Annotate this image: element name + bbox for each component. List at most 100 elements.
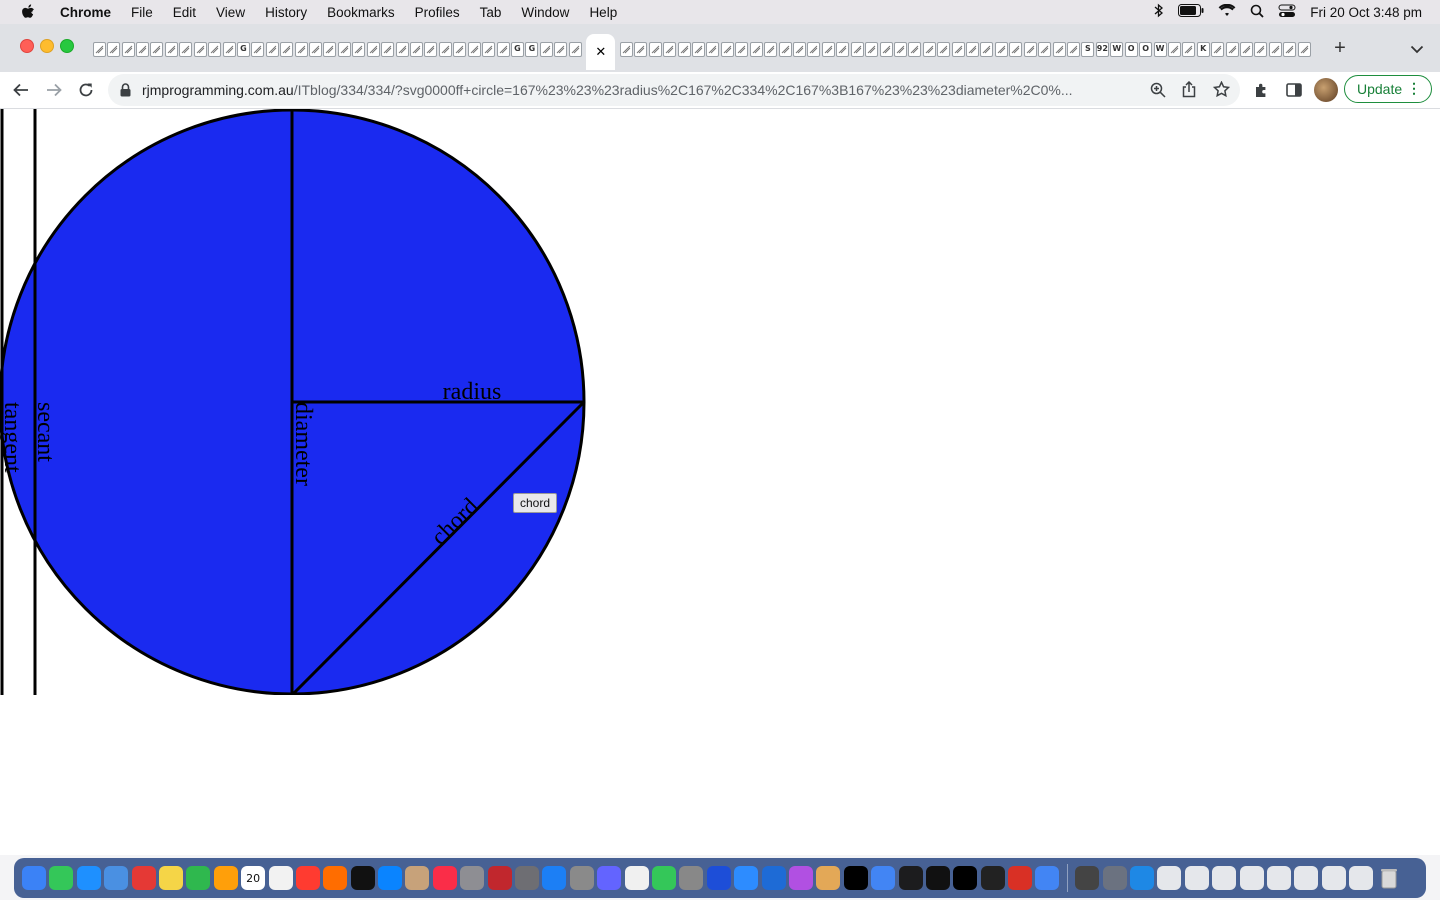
browser-tab[interactable]: [1283, 41, 1297, 57]
facetime-icon[interactable]: [186, 866, 211, 890]
xcode-icon[interactable]: [542, 866, 567, 890]
browser-tab[interactable]: [352, 41, 366, 57]
tab-search-chevron-icon[interactable]: [1408, 40, 1426, 58]
notes-icon[interactable]: [158, 866, 183, 890]
browser-tab[interactable]: [568, 41, 582, 57]
filezilla-icon[interactable]: [487, 866, 512, 890]
browser-tab[interactable]: [749, 41, 763, 57]
podcasts-icon[interactable]: [788, 866, 813, 890]
browser-tab[interactable]: [308, 41, 323, 57]
browser-tab[interactable]: [92, 41, 106, 57]
browser-tab[interactable]: [706, 41, 720, 57]
books-icon[interactable]: [816, 866, 841, 890]
browser-tab[interactable]: [1023, 41, 1037, 57]
browser-tab[interactable]: [691, 41, 706, 57]
browser-tab[interactable]: [1052, 41, 1066, 57]
zoom-window-button[interactable]: [60, 39, 74, 53]
browser-tab[interactable]: [1167, 41, 1181, 57]
menu-window[interactable]: Window: [511, 5, 579, 20]
browser-tab[interactable]: [662, 41, 677, 57]
keynote-icon[interactable]: [761, 866, 786, 890]
zoom-magnifier-icon[interactable]: [1150, 82, 1166, 103]
network-icon[interactable]: [1130, 866, 1155, 890]
browser-tab[interactable]: [539, 41, 553, 57]
browser-tab[interactable]: [821, 41, 835, 57]
browser-tab[interactable]: [121, 41, 135, 57]
textedit-icon[interactable]: [624, 866, 649, 890]
browser-tab[interactable]: [1037, 41, 1052, 57]
browser-tab[interactable]: [279, 41, 294, 57]
menu-view[interactable]: View: [206, 5, 255, 20]
browser-tab[interactable]: 92: [1095, 41, 1109, 57]
browser-tab[interactable]: [1268, 41, 1282, 57]
tv-icon[interactable]: [350, 866, 375, 890]
menu-chrome[interactable]: Chrome: [50, 5, 121, 20]
profile-avatar[interactable]: [1314, 78, 1338, 102]
opera-icon[interactable]: [131, 866, 156, 890]
browser-tab[interactable]: [150, 41, 164, 57]
browser-tab[interactable]: [763, 41, 778, 57]
browser-tab[interactable]: [106, 41, 121, 57]
calculator-icon[interactable]: [515, 866, 540, 890]
address-bar[interactable]: rjmprogramming.com.au/ITblog/334/334/?sv…: [108, 74, 1240, 106]
browser-tab[interactable]: [965, 41, 980, 57]
share-icon[interactable]: [1182, 80, 1196, 103]
browser-tab[interactable]: [850, 41, 864, 57]
bookmark-star-icon[interactable]: [1212, 80, 1231, 102]
browser-tab[interactable]: [467, 41, 481, 57]
trash-icon[interactable]: [1377, 866, 1401, 890]
browser-tab[interactable]: W: [1110, 41, 1124, 57]
safari-icon[interactable]: [76, 866, 101, 890]
menu-profiles[interactable]: Profiles: [405, 5, 470, 20]
browser-tab[interactable]: [424, 41, 438, 57]
browser-tab[interactable]: [1009, 41, 1023, 57]
browser-tab[interactable]: [980, 41, 994, 57]
terminal-icon[interactable]: [953, 866, 978, 890]
browser-tab[interactable]: [1211, 41, 1225, 57]
browser-tab[interactable]: [554, 41, 568, 57]
battery-icon[interactable]: [1178, 4, 1204, 20]
doc-icon[interactable]: [1266, 866, 1291, 890]
browser-tab[interactable]: [294, 41, 308, 57]
browser-tab[interactable]: [265, 41, 279, 57]
spotlight-icon[interactable]: [1250, 4, 1264, 21]
browser-tab[interactable]: [836, 41, 850, 57]
browser-tab[interactable]: [1225, 41, 1239, 57]
launchpad-icon[interactable]: [460, 866, 485, 890]
script-icon[interactable]: [1075, 866, 1100, 890]
doc-icon[interactable]: [1294, 866, 1319, 890]
close-tab-icon[interactable]: ✕: [595, 44, 606, 60]
browser-tab[interactable]: [619, 41, 633, 57]
side-panel-icon[interactable]: [1283, 79, 1305, 101]
calendar-icon[interactable]: 20: [241, 866, 266, 890]
active-tab[interactable]: ✕: [586, 34, 616, 70]
browser-tab[interactable]: S: [1081, 41, 1095, 57]
minimize-window-button[interactable]: [40, 39, 54, 53]
reload-icon[interactable]: [75, 79, 97, 101]
browser-tab[interactable]: [496, 41, 510, 57]
chrome-icon[interactable]: [871, 866, 896, 890]
browser-tab[interactable]: [395, 41, 409, 57]
finder-folder-icon[interactable]: [1102, 866, 1127, 890]
affinity-icon[interactable]: [1008, 866, 1033, 890]
extensions-puzzle-icon[interactable]: [1251, 79, 1273, 101]
browser-tab[interactable]: [179, 41, 193, 57]
messages-icon[interactable]: [49, 866, 74, 890]
appstore-icon[interactable]: [378, 866, 403, 890]
finder-icon[interactable]: [22, 866, 46, 890]
browser-tab[interactable]: [453, 41, 467, 57]
bbedit-icon[interactable]: [706, 866, 731, 890]
wifi-icon[interactable]: [1218, 3, 1236, 20]
browser-tab[interactable]: [323, 41, 337, 57]
tools-icon[interactable]: [679, 866, 704, 890]
menubar-clock[interactable]: Fri 20 Oct 3:48 pm: [1310, 5, 1422, 20]
browser-tab[interactable]: [380, 41, 395, 57]
browser-tab[interactable]: [1066, 41, 1080, 57]
browser-tab[interactable]: [1297, 41, 1311, 57]
browser-tab[interactable]: K: [1196, 41, 1210, 57]
bluetooth-icon[interactable]: [1154, 3, 1164, 21]
reminders-icon[interactable]: [268, 866, 293, 890]
menu-help[interactable]: Help: [579, 5, 627, 20]
browser-tab[interactable]: [1239, 41, 1254, 57]
doc-icon[interactable]: [1212, 866, 1237, 890]
